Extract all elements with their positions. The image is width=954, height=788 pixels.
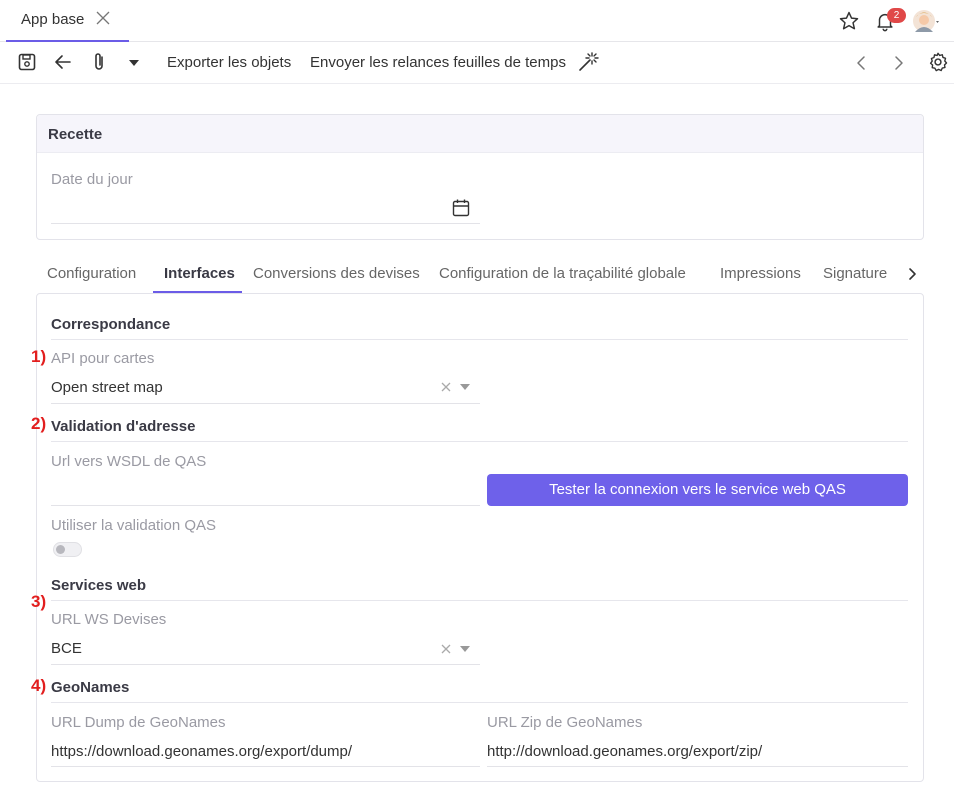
avatar[interactable] — [912, 7, 942, 35]
close-icon[interactable] — [94, 9, 112, 27]
next-record-icon[interactable] — [890, 54, 906, 72]
url-zip-geonames-underline — [487, 766, 908, 767]
save-icon[interactable] — [17, 52, 37, 72]
notification-badge: 2 — [887, 8, 906, 23]
send-timesheet-reminders-button[interactable]: Envoyer les relances feuilles de temps — [310, 54, 566, 71]
url-dump-geonames-underline — [51, 766, 480, 767]
toggle-knob — [56, 545, 65, 554]
paperclip-icon[interactable] — [89, 51, 109, 73]
url-ws-devises-label: URL WS Devises — [51, 611, 167, 628]
date-du-jour-input[interactable] — [51, 199, 446, 219]
toolbar: Exporter les objets Envoyer les relances… — [0, 42, 954, 84]
api-pour-cartes-label: API pour cartes — [51, 350, 155, 367]
recette-panel: Recette — [36, 114, 924, 240]
tabs-scroll-right-icon[interactable] — [905, 266, 919, 282]
utiliser-validation-qas-toggle[interactable] — [53, 542, 82, 557]
url-wsdl-qas-label: Url vers WSDL de QAS — [51, 453, 207, 470]
dropdown-caret-icon[interactable] — [128, 58, 140, 68]
url-dump-geonames-input[interactable]: https://download.geonames.org/export/dum… — [51, 743, 352, 760]
date-du-jour-underline — [51, 223, 480, 224]
tab-configuration[interactable]: Configuration — [47, 265, 136, 282]
url-zip-geonames-input[interactable]: http://download.geonames.org/export/zip/ — [487, 743, 762, 760]
app-tab[interactable]: App base — [6, 0, 129, 42]
tab-conversions-des-devises[interactable]: Conversions des devises — [253, 265, 420, 282]
services-web-section-title: Services web — [51, 577, 147, 594]
interfaces-panel — [36, 293, 924, 782]
recette-panel-header: Recette — [37, 115, 923, 153]
section-divider — [51, 702, 908, 703]
url-zip-geonames-label: URL Zip de GeoNames — [487, 714, 643, 731]
app-tab-label: App base — [21, 11, 85, 28]
url-wsdl-qas-input[interactable] — [51, 482, 480, 502]
chevron-down-icon[interactable] — [459, 383, 471, 391]
clear-icon[interactable] — [440, 643, 452, 655]
tab-signature[interactable]: Signature — [823, 265, 887, 282]
marker-3: 3) — [31, 592, 47, 611]
chevron-down-icon[interactable] — [459, 645, 471, 653]
section-divider — [51, 600, 908, 601]
date-du-jour-label: Date du jour — [51, 171, 133, 188]
previous-record-icon[interactable] — [854, 54, 870, 72]
url-dump-geonames-label: URL Dump de GeoNames — [51, 714, 226, 731]
tab-interfaces[interactable]: Interfaces — [164, 265, 235, 282]
gear-icon[interactable] — [927, 51, 949, 73]
url-wsdl-qas-underline — [51, 505, 480, 506]
marker-4: 4) — [31, 676, 47, 695]
star-icon[interactable] — [838, 10, 860, 32]
api-pour-cartes-underline — [51, 403, 480, 404]
correspondance-section-title: Correspondance — [51, 316, 171, 333]
tab-configuration-tracabilite-globale[interactable]: Configuration de la traçabilité globale — [439, 265, 686, 282]
url-ws-devises-underline — [51, 664, 480, 665]
api-pour-cartes-select[interactable]: Open street map — [51, 379, 163, 396]
geonames-section-title: GeoNames — [51, 679, 130, 696]
utiliser-validation-qas-label: Utiliser la validation QAS — [51, 517, 217, 534]
url-ws-devises-select[interactable]: BCE — [51, 640, 82, 657]
tab-impressions[interactable]: Impressions — [720, 265, 801, 282]
recette-title: Recette — [48, 126, 103, 143]
magic-wand-icon[interactable] — [577, 51, 599, 73]
back-arrow-icon[interactable] — [53, 52, 73, 72]
validation-adresse-section-title: Validation d'adresse — [51, 418, 196, 435]
top-tab-bar: App base 2 — [0, 0, 954, 42]
section-divider — [51, 339, 908, 340]
clear-icon[interactable] — [440, 381, 452, 393]
marker-1: 1) — [31, 347, 47, 366]
section-divider — [51, 441, 908, 442]
export-objects-button[interactable]: Exporter les objets — [167, 54, 291, 71]
marker-2: 2) — [31, 414, 47, 433]
calendar-icon[interactable] — [451, 198, 471, 218]
test-qas-connection-button[interactable]: Tester la connexion vers le service web … — [487, 474, 908, 506]
